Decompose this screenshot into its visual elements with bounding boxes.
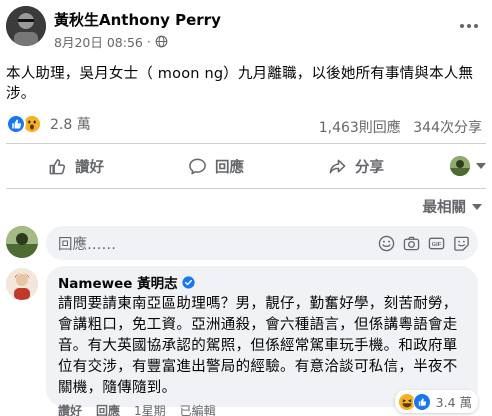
engagement-counts: 1,463則回應 344次分享 (319, 117, 482, 137)
comment-input-placeholder: 回應…… (58, 236, 116, 253)
user-avatar-small (450, 156, 470, 176)
comment-bubble-icon (189, 158, 206, 174)
dot-icon (474, 24, 478, 28)
like-button[interactable]: 讚好 (6, 150, 146, 182)
composer-icons: GIF (378, 226, 470, 260)
commenter-name[interactable]: Namewee 黃明志 (58, 272, 178, 292)
like-icon (412, 392, 431, 411)
more-options-button[interactable] (454, 14, 484, 38)
like-icon (6, 114, 26, 134)
comment-reply-link[interactable]: 回應 (96, 402, 120, 416)
post-text: 本人助理，吳月女士（ moon ng）九月離職，以後她所有事情與本人無涉。 (6, 66, 474, 102)
verified-badge-icon (182, 275, 195, 289)
smile-icon[interactable] (378, 235, 395, 252)
audience-selector[interactable] (426, 150, 486, 182)
post-date[interactable]: 8月20日 08:56 (54, 32, 143, 51)
post-stats: 2.8 萬 1,463則回應 344次分享 (6, 112, 486, 138)
action-bar: 讚好 回應 分享 (6, 148, 486, 184)
user-avatar (6, 226, 38, 258)
share-arrow-icon (329, 159, 346, 173)
share-count-link[interactable]: 344次分享 (413, 120, 482, 136)
camera-icon[interactable] (403, 235, 420, 252)
comment-reactions[interactable]: 3.4 萬 (394, 390, 478, 413)
comment-edited-label: 已編輯 (179, 404, 216, 416)
divider (6, 188, 486, 189)
dot-icon (467, 24, 471, 28)
sticker-icon[interactable] (453, 235, 470, 252)
comment-count-link[interactable]: 1,463則回應 (319, 120, 401, 136)
thumbs-up-icon (49, 158, 66, 174)
chevron-down-icon (472, 203, 482, 210)
comment-label: 回應 (215, 159, 244, 176)
globe-icon (155, 35, 168, 48)
share-label: 分享 (355, 159, 384, 176)
sort-label: 最相關 (422, 200, 467, 216)
svg-text:GIF: GIF (432, 241, 442, 247)
chevron-down-icon (476, 163, 486, 169)
commenter-name-row: Namewee 黃明志 (58, 272, 466, 292)
post-header: 黃秋生Anthony Perry 8月20日 08:56 · (6, 6, 486, 60)
divider (6, 143, 486, 144)
comment-composer: 回應…… GIF (6, 226, 486, 260)
commenter-avatar[interactable] (6, 268, 38, 300)
comment-reaction-count: 3.4 萬 (435, 395, 472, 410)
comment-text: 請問要請東南亞區助理嗎？男，靚仔，勤奮好學，刻苦耐勞，會講粗口，免工資。亞洲通殺… (58, 296, 458, 396)
comment-input[interactable]: 回應…… GIF (46, 226, 478, 260)
share-button[interactable]: 分享 (286, 150, 426, 182)
gif-icon[interactable]: GIF (428, 235, 445, 252)
post-meta: 8月20日 08:56 · (54, 32, 168, 51)
comment-button[interactable]: 回應 (146, 150, 286, 182)
reaction-count: 2.8 萬 (50, 117, 91, 133)
comment-time[interactable]: 1星期 (134, 402, 166, 416)
dot-icon (460, 24, 464, 28)
comment-like-link[interactable]: 讚好 (58, 402, 82, 416)
comment-bubble: Namewee 黃明志 請問要請東南亞區助理嗎？男，靚仔，勤奮好學，刻苦耐勞，會… (46, 266, 478, 407)
comment-sort-dropdown[interactable]: 最相關 (422, 196, 482, 217)
like-label: 讚好 (75, 159, 104, 176)
reactions-summary[interactable]: 2.8 萬 (6, 114, 91, 134)
author-avatar[interactable] (6, 6, 46, 46)
meta-separator: · (146, 34, 151, 49)
comment-actions: 讚好 回應 1星期 已編輯 (58, 402, 216, 416)
post-author-name[interactable]: 黃秋生Anthony Perry (54, 9, 221, 30)
